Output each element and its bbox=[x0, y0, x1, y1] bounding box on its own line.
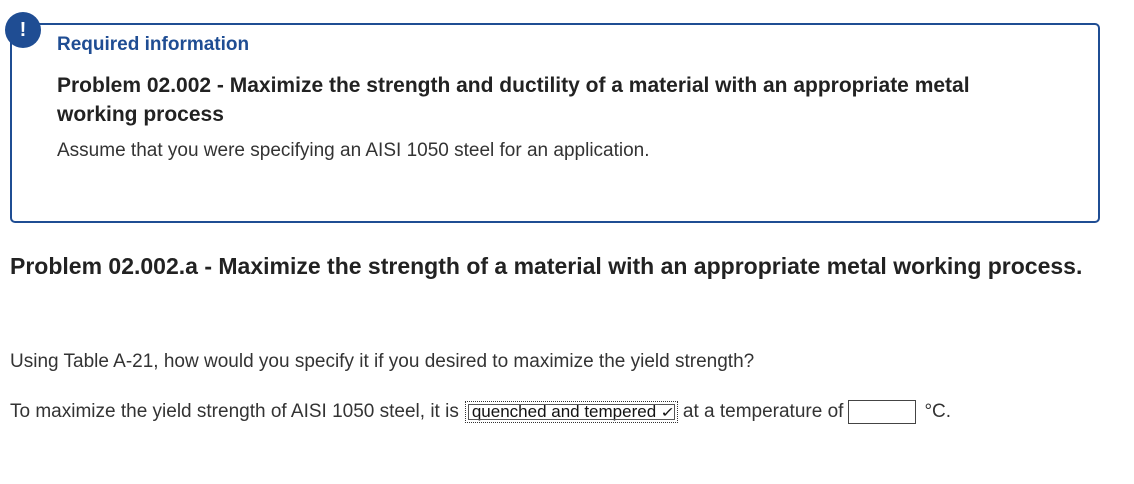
exclamation-icon: ! bbox=[5, 12, 41, 48]
required-information-heading: Required information bbox=[57, 34, 250, 55]
answer-prefix: To maximize the yield strength of AISI 1… bbox=[10, 401, 459, 422]
chevron-down-icon: ✓ bbox=[660, 403, 676, 420]
part-a-title: Problem 02.002.a - Maximize the strength… bbox=[10, 253, 1083, 279]
temperature-unit: °C. bbox=[924, 401, 952, 422]
temperature-input[interactable] bbox=[848, 400, 917, 424]
alert-symbol: ! bbox=[19, 18, 27, 41]
process-dropdown[interactable]: quenched and tempered ✓ bbox=[464, 401, 678, 423]
page: ! Required information Problem 02.002 - … bbox=[0, 0, 1134, 484]
problem-title: Problem 02.002 - Maximize the strength a… bbox=[57, 74, 970, 126]
answer-middle: at a temperature of bbox=[682, 401, 844, 422]
answer-sentence: To maximize the yield strength of AISI 1… bbox=[10, 400, 951, 424]
question-text: Using Table A-21, how would you specify … bbox=[10, 351, 755, 372]
process-dropdown-value: quenched and tempered bbox=[471, 402, 657, 421]
problem-description: Assume that you were specifying an AISI … bbox=[57, 140, 650, 161]
